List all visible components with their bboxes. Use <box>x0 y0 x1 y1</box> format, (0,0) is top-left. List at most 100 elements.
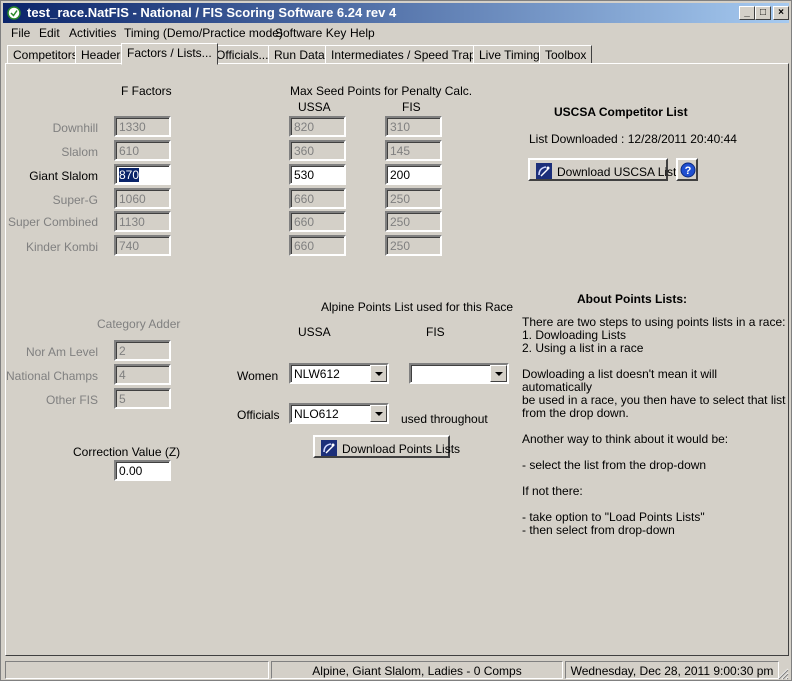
status-race-info: Alpine, Giant Slalom, Ladies - 0 Comps <box>271 661 563 679</box>
about-line: If not there: <box>522 484 583 498</box>
download-points-lists-label: Download Points Lists <box>342 442 461 456</box>
factor-slalom-input[interactable]: 610 <box>114 140 171 161</box>
officials-ussa-value: NLO612 <box>294 407 339 421</box>
satellite-dish-icon <box>536 163 552 179</box>
seed-fis-header: FIS <box>402 100 421 114</box>
menu-bar: File Edit Activities Timing (Demo/Practi… <box>3 24 789 42</box>
category-label-national-champs: National Champs <box>6 369 99 383</box>
download-uscsa-list-button[interactable]: Download USCSA List <box>528 158 676 181</box>
factor-super-g-input[interactable]: 1060 <box>114 188 171 209</box>
factor-label-super-g: Super-G <box>52 193 98 207</box>
factor-label-kinder-kombi: Kinder Kombi <box>25 240 98 254</box>
app-icon <box>7 6 21 20</box>
seed-ussa-header: USSA <box>298 100 331 114</box>
help-glyph: ? <box>685 165 692 177</box>
officials-label: Officials <box>237 408 280 422</box>
seed-fis-super-combined-input[interactable]: 250 <box>385 211 442 232</box>
seed-fis-giant-slalom-input[interactable]: 200 <box>385 164 442 185</box>
factor-label-giant-slalom: Giant Slalom <box>29 169 98 183</box>
status-bar: Alpine, Giant Slalom, Ladies - 0 Comps W… <box>3 660 789 680</box>
chevron-down-icon[interactable] <box>370 365 387 382</box>
about-line: - select the list from the drop-down <box>522 458 707 472</box>
minimize-button[interactable]: _ <box>739 6 755 20</box>
seed-fis-kinder-kombi-input[interactable]: 250 <box>385 235 442 256</box>
factor-giant-slalom-value: 870 <box>119 168 140 182</box>
factor-label-slalom: Slalom <box>61 145 98 159</box>
tab-header[interactable]: Header <box>75 45 127 64</box>
correction-value-input[interactable]: 0.00 <box>114 460 171 481</box>
menu-software-key[interactable]: Software Key <box>275 26 346 40</box>
factor-super-combined-input[interactable]: 1130 <box>114 211 171 232</box>
chevron-down-icon[interactable] <box>490 365 507 382</box>
factor-label-super-combined: Super Combined <box>7 215 98 229</box>
status-datetime: Wednesday, Dec 28, 2011 9:00:30 pm <box>565 661 779 679</box>
about-line: 2. Using a list in a race <box>522 341 644 355</box>
tab-intermediates[interactable]: Intermediates / Speed Traps <box>325 45 488 64</box>
factors-panel: F Factors Downhill 1330 Slalom 610 Giant… <box>5 63 789 656</box>
status-left <box>5 661 269 679</box>
about-line: - then select from drop-down <box>522 523 675 537</box>
about-text: There are two steps to using points list… <box>522 316 787 537</box>
factor-label-downhill: Downhill <box>52 121 98 135</box>
app-window: test_race.NatFIS - National / FIS Scorin… <box>0 0 792 681</box>
seed-fis-slalom-input[interactable]: 145 <box>385 140 442 161</box>
help-button[interactable]: ? <box>676 158 698 181</box>
women-ussa-select[interactable]: NLW612 <box>289 363 389 384</box>
uscsa-downloaded-text: List Downloaded : 12/28/2011 20:40:44 <box>529 132 737 146</box>
window-title: test_race.NatFIS - National / FIS Scorin… <box>27 5 397 20</box>
resize-grip-icon[interactable] <box>775 666 789 680</box>
category-adder-heading: Category Adder <box>97 317 181 331</box>
officials-ussa-select[interactable]: NLO612 <box>289 403 389 424</box>
tab-factors-lists[interactable]: Factors / Lists... <box>121 43 218 65</box>
menu-file[interactable]: File <box>11 26 30 40</box>
title-bar[interactable]: test_race.NatFIS - National / FIS Scorin… <box>3 3 789 23</box>
about-line: Another way to think about it would be: <box>522 432 729 446</box>
women-fis-select[interactable] <box>409 363 509 384</box>
category-other-fis-input[interactable]: 5 <box>114 388 171 409</box>
seed-ussa-super-combined-input[interactable]: 660 <box>289 211 346 232</box>
about-line: Dowloading a list doesn't mean it will a… <box>522 367 718 394</box>
seed-points-heading: Max Seed Points for Penalty Calc. <box>290 84 473 98</box>
menu-edit[interactable]: Edit <box>39 26 60 40</box>
category-nor-am-input[interactable]: 2 <box>114 340 171 361</box>
download-points-lists-button[interactable]: Download Points Lists <box>313 435 460 458</box>
f-factors-heading: F Factors <box>121 84 172 98</box>
uscsa-heading: USCSA Competitor List <box>554 105 688 119</box>
satellite-dish-icon <box>321 440 337 456</box>
tab-run-data[interactable]: Run Data <box>268 45 331 64</box>
correction-value-label: Correction Value (Z) <box>73 445 181 459</box>
category-label-other-fis: Other FIS <box>45 393 98 407</box>
tab-toolbox[interactable]: Toolbox <box>539 45 593 64</box>
about-heading: About Points Lists: <box>577 292 687 306</box>
points-fis-header: FIS <box>426 325 445 339</box>
close-button[interactable]: × <box>773 6 789 20</box>
about-line: from the drop down. <box>522 406 629 420</box>
women-ussa-value: NLW612 <box>294 367 340 381</box>
category-national-champs-input[interactable]: 4 <box>114 364 171 385</box>
seed-ussa-kinder-kombi-input[interactable]: 660 <box>289 235 346 256</box>
tab-competitors[interactable]: Competitors <box>7 45 84 64</box>
chevron-down-icon[interactable] <box>370 405 387 422</box>
tab-officials[interactable]: Officials... <box>210 45 275 64</box>
tab-strip: Competitors Header Factors / Lists... Of… <box>5 43 789 65</box>
menu-activities[interactable]: Activities <box>69 26 116 40</box>
maximize-button[interactable]: □ <box>755 6 771 20</box>
factor-downhill-input[interactable]: 1330 <box>114 116 171 137</box>
help-icon: ? <box>680 162 696 178</box>
tab-live-timing[interactable]: Live Timing <box>473 45 546 64</box>
seed-ussa-downhill-input[interactable]: 820 <box>289 116 346 137</box>
women-label: Women <box>237 369 279 383</box>
menu-timing[interactable]: Timing (Demo/Practice mode) <box>124 26 283 40</box>
seed-ussa-giant-slalom-input[interactable]: 530 <box>289 164 346 185</box>
used-throughout-label: used throughout <box>401 412 488 426</box>
seed-fis-downhill-input[interactable]: 310 <box>385 116 442 137</box>
menu-help[interactable]: Help <box>350 26 375 40</box>
factor-kinder-kombi-input[interactable]: 740 <box>114 235 171 256</box>
category-label-nor-am: Nor Am Level <box>25 345 98 359</box>
points-list-heading: Alpine Points List used for this Race <box>321 300 514 314</box>
seed-ussa-slalom-input[interactable]: 360 <box>289 140 346 161</box>
points-ussa-header: USSA <box>298 325 331 339</box>
seed-ussa-super-g-input[interactable]: 660 <box>289 188 346 209</box>
factor-giant-slalom-input[interactable]: 870 <box>114 164 171 185</box>
seed-fis-super-g-input[interactable]: 250 <box>385 188 442 209</box>
